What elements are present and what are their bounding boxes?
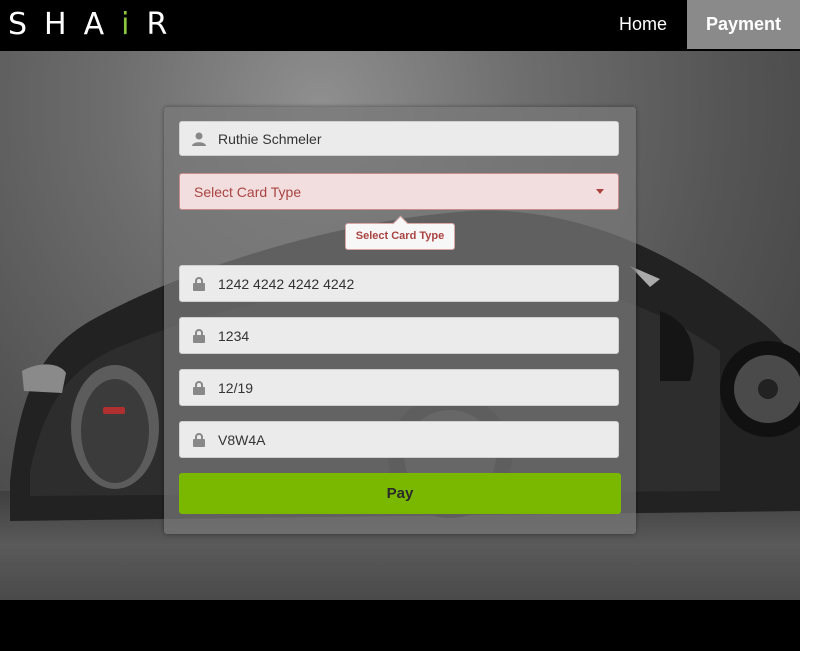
cvv-value: 1234 bbox=[218, 327, 250, 344]
cvv-field[interactable]: 1234 bbox=[179, 317, 619, 354]
logo[interactable]: SHA i R bbox=[8, 6, 184, 42]
card-type-error-tooltip: Select Card Type bbox=[345, 223, 455, 250]
card-type-select[interactable]: Select Card Type bbox=[179, 173, 619, 210]
pay-button[interactable]: Pay bbox=[179, 473, 621, 514]
card-type-placeholder: Select Card Type bbox=[194, 183, 302, 200]
expiry-field[interactable]: 12/19 bbox=[179, 369, 619, 406]
nav-home-link[interactable]: Home bbox=[600, 0, 686, 49]
card-number-value: 1242 4242 4242 4242 bbox=[218, 275, 355, 292]
logo-text-right: R bbox=[146, 6, 185, 42]
page: SHA i R Home Payment Ruthie Schmeler Sel… bbox=[0, 0, 800, 651]
lock-icon bbox=[180, 422, 218, 457]
user-icon bbox=[180, 121, 218, 156]
lock-icon bbox=[180, 266, 218, 301]
footer-bar bbox=[0, 600, 800, 651]
name-field[interactable]: Ruthie Schmeler bbox=[179, 121, 619, 156]
postal-code-field[interactable]: V8W4A bbox=[179, 421, 619, 458]
expiry-value: 12/19 bbox=[218, 379, 254, 396]
card-number-field[interactable]: 1242 4242 4242 4242 bbox=[179, 265, 619, 302]
logo-text-accent: i bbox=[121, 6, 147, 42]
lock-icon bbox=[180, 318, 218, 353]
navbar: SHA i R Home Payment bbox=[0, 0, 800, 49]
postal-code-value: V8W4A bbox=[218, 431, 266, 448]
caret-down-icon bbox=[596, 189, 604, 194]
nav-payment-link[interactable]: Payment bbox=[687, 0, 800, 49]
logo-text-left: SHA bbox=[8, 6, 122, 42]
name-value: Ruthie Schmeler bbox=[218, 130, 322, 147]
payment-form: Ruthie Schmeler Select Card Type Select … bbox=[164, 107, 636, 534]
lock-icon bbox=[180, 370, 218, 405]
